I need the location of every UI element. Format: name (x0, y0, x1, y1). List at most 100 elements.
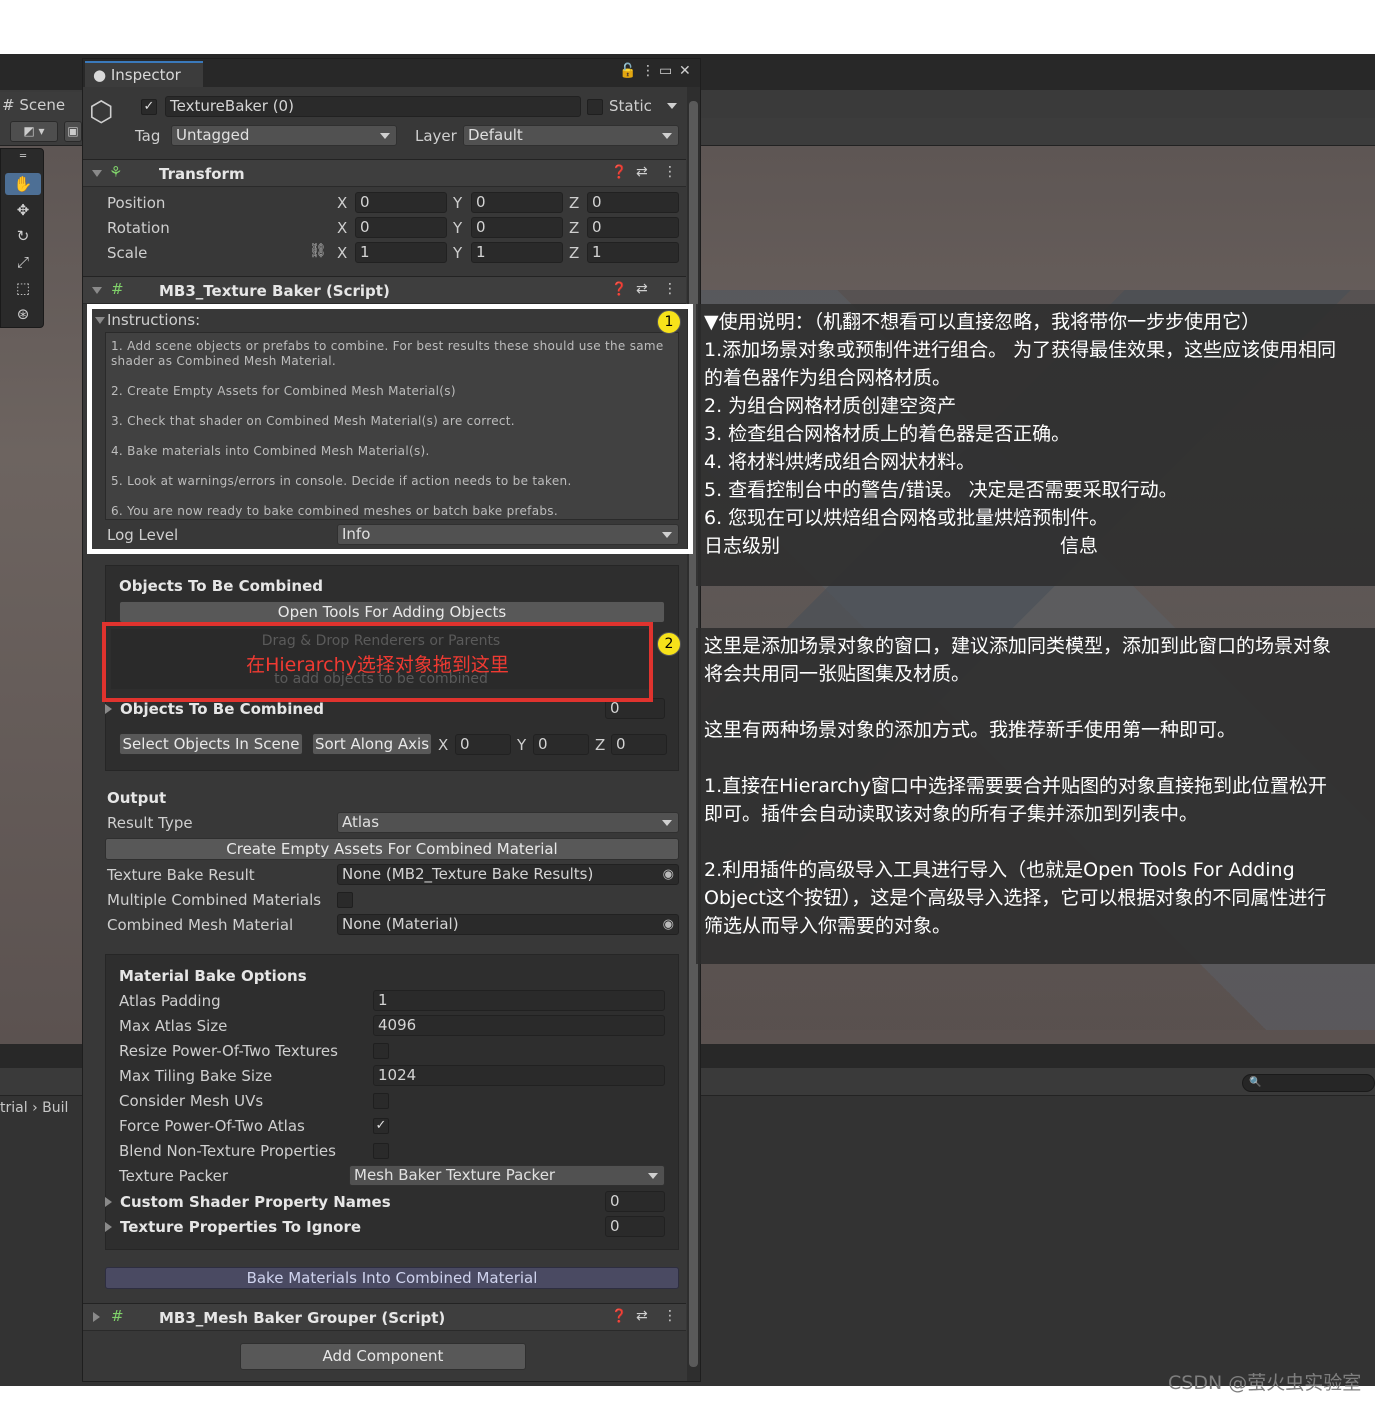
axis-y-label[interactable]: Y (453, 244, 462, 262)
note-line: 1.直接在Hierarchy窗口中选择需要要合并贴图的对象直接拖到此位置松开 (704, 775, 1327, 797)
kebab-menu-icon[interactable]: ⋮ (663, 281, 677, 297)
create-empty-assets-button[interactable]: Create Empty Assets For Combined Materia… (105, 838, 679, 860)
fold-right-icon[interactable] (93, 1312, 100, 1322)
help-icon[interactable]: ❓ (611, 1309, 627, 1324)
object-name-field[interactable]: TextureBaker (0) (165, 96, 581, 117)
texture-baker-header[interactable]: # MB3_Texture Baker (Script) ❓ ⇄ ⋮ (83, 276, 686, 304)
kebab-menu-icon[interactable]: ⋮ (663, 164, 677, 180)
scale-tool-icon[interactable]: ⤢ (5, 251, 41, 273)
rotation-y-field[interactable]: 0 (471, 217, 563, 238)
kebab-menu-icon[interactable]: ⋮ (641, 63, 655, 79)
transform-axes-icon: ⚘ (109, 163, 123, 181)
transform-header[interactable]: ⚘ Transform ❓ ⇄ ⋮ (83, 159, 686, 187)
custom-shader-label: Custom Shader Property Names (120, 1193, 391, 1211)
transform-tool-icon[interactable]: ⊛ (5, 303, 41, 325)
tag-dropdown[interactable]: Untagged (171, 125, 397, 146)
axis-y-label[interactable]: Y (453, 219, 462, 237)
fold-right-icon[interactable] (105, 704, 112, 714)
force-pot-checkbox[interactable]: ✓ (373, 1118, 389, 1134)
multiple-materials-checkbox[interactable] (337, 892, 353, 908)
add-component-button[interactable]: Add Component (240, 1343, 526, 1370)
axis-z-label[interactable]: Z (569, 244, 579, 262)
position-y-field[interactable]: 0 (471, 192, 563, 213)
result-type-dropdown[interactable]: Atlas (337, 812, 679, 833)
axis-x-label[interactable]: X (337, 219, 347, 237)
scale-x-field[interactable]: 1 (355, 242, 447, 263)
axis-y-label[interactable]: Y (453, 194, 462, 212)
sort-z-field[interactable]: 0 (611, 734, 667, 755)
hand-tool-icon[interactable]: ✋ (5, 173, 41, 195)
static-checkbox[interactable] (587, 99, 603, 115)
position-x-field[interactable]: 0 (355, 192, 447, 213)
fold-right-icon[interactable] (105, 1222, 112, 1232)
rotation-x-field[interactable]: 0 (355, 217, 447, 238)
texture-packer-dropdown[interactable]: Mesh Baker Texture Packer (349, 1165, 665, 1186)
rotation-z-field[interactable]: 0 (587, 217, 679, 238)
note-log-right: 信息 (1060, 535, 1099, 557)
sort-x-field[interactable]: 0 (455, 734, 511, 755)
rect-tool-icon[interactable]: ⬚ (5, 277, 41, 299)
max-atlas-size-field[interactable]: 4096 (373, 1015, 665, 1036)
axis-x-label[interactable]: X (337, 194, 347, 212)
note-line (704, 828, 1367, 856)
lock-icon[interactable]: 🔓 (619, 63, 636, 79)
multiple-materials-label: Multiple Combined Materials (107, 891, 322, 909)
open-tools-button[interactable]: Open Tools For Adding Objects (119, 601, 665, 623)
axis-x-label[interactable]: X (438, 736, 448, 754)
breadcrumb-item[interactable]: trial (0, 1100, 28, 1116)
note-line: 这里是添加场景对象的窗口，建议添加同类模型，添加到此窗口的场景对象 (704, 635, 1332, 657)
static-dropdown-icon[interactable] (667, 103, 677, 109)
maximize-icon[interactable]: ▭ (659, 63, 672, 79)
axis-z-label[interactable]: Z (595, 736, 605, 754)
unlink-icon[interactable]: ⛓ (309, 243, 327, 259)
rotate-tool-icon[interactable]: ↻ (5, 225, 41, 247)
move-tool-icon[interactable]: ✥ (5, 199, 41, 221)
fold-down-icon[interactable] (92, 287, 102, 294)
grid-icon: # (2, 96, 15, 114)
atlas-padding-field[interactable]: 1 (373, 990, 665, 1011)
bake-materials-button[interactable]: Bake Materials Into Combined Material (105, 1267, 679, 1289)
palette-grip-icon[interactable]: ═ (5, 152, 41, 162)
position-z-field[interactable]: 0 (587, 192, 679, 213)
scale-z-field[interactable]: 1 (587, 242, 679, 263)
note-line: 1.添加场景对象或预制件进行组合。 为了获得最佳效果，这些应该使用相同 (704, 339, 1337, 361)
cube-icon[interactable]: ▣ (64, 121, 82, 142)
gameobject-cube-icon[interactable]: ⬡ (89, 95, 123, 129)
axis-z-label[interactable]: Z (569, 219, 579, 237)
layer-dropdown[interactable]: Default (463, 125, 679, 146)
inspector-tab[interactable]: ● Inspector (85, 61, 203, 87)
help-icon[interactable]: ❓ (611, 282, 627, 297)
object-active-checkbox[interactable]: ✓ (141, 99, 157, 115)
custom-shader-count[interactable]: 0 (605, 1191, 665, 1212)
preset-icon[interactable]: ⇄ (636, 1308, 648, 1324)
object-picker-icon[interactable]: ◉ (663, 865, 674, 884)
object-picker-icon[interactable]: ◉ (663, 915, 674, 934)
search-input[interactable]: 🔍 (1242, 1074, 1375, 1092)
ignore-properties-count[interactable]: 0 (605, 1216, 665, 1237)
axis-z-label[interactable]: Z (569, 194, 579, 212)
sort-y-field[interactable]: 0 (533, 734, 589, 755)
breadcrumb-item[interactable]: Buil (42, 1100, 68, 1116)
preset-icon[interactable]: ⇄ (636, 281, 648, 297)
sort-along-axis-button[interactable]: Sort Along Axis (312, 733, 432, 755)
tag-value: Untagged (176, 126, 250, 144)
axis-x-label[interactable]: X (337, 244, 347, 262)
grouper-header[interactable]: # MB3_Mesh Baker Grouper (Script) ❓ ⇄ ⋮ (83, 1303, 686, 1331)
fold-right-icon[interactable] (105, 1197, 112, 1207)
bake-result-field[interactable]: None (MB2_Texture Bake Results) ◉ (337, 864, 679, 885)
resize-pot-checkbox[interactable] (373, 1043, 389, 1059)
combined-material-field[interactable]: None (Material) ◉ (337, 914, 679, 935)
axis-y-label[interactable]: Y (517, 736, 526, 754)
close-icon[interactable]: ✕ (679, 63, 691, 79)
draw-mode-button[interactable]: ◩ ▾ (10, 121, 58, 142)
consider-uvs-checkbox[interactable] (373, 1093, 389, 1109)
preset-icon[interactable]: ⇄ (636, 164, 648, 180)
max-tiling-field[interactable]: 1024 (373, 1065, 665, 1086)
fold-down-icon[interactable] (92, 170, 102, 177)
select-objects-button[interactable]: Select Objects In Scene (119, 733, 303, 755)
blend-non-texture-checkbox[interactable] (373, 1143, 389, 1159)
scale-y-field[interactable]: 1 (471, 242, 563, 263)
kebab-menu-icon[interactable]: ⋮ (663, 1308, 677, 1324)
scene-tab[interactable]: # Scene (0, 92, 82, 118)
help-icon[interactable]: ❓ (611, 165, 627, 180)
